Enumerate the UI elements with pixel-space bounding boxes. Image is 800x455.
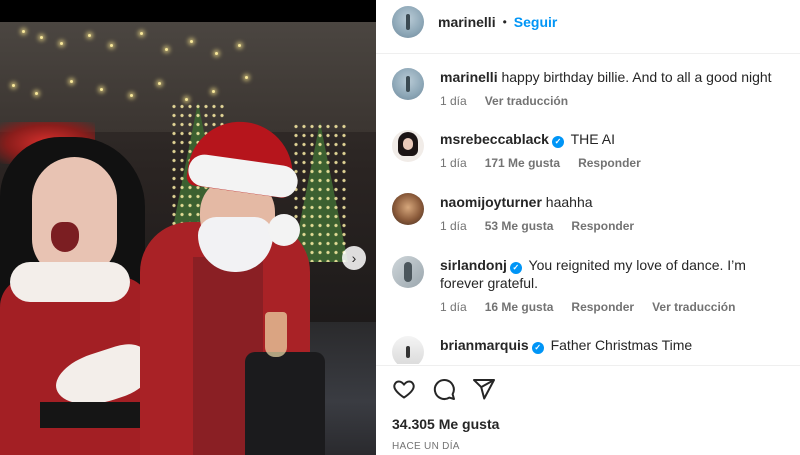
comment-username[interactable]: naomijoyturner [440,194,542,210]
post-actions [392,377,496,401]
avatar[interactable] [392,336,424,364]
reply-button[interactable]: Responder [571,217,634,235]
post-header: marinelli • Seguir [376,0,800,44]
post-side-panel: marinelli • Seguir marinelli happy birth… [376,0,800,455]
comment-username[interactable]: sirlandonj [440,257,507,273]
comments-list[interactable]: marinelli happy birthday billie. And to … [376,54,800,364]
see-translation-link[interactable]: Ver traducción [652,298,735,316]
comment-text: haahha [545,194,593,210]
paper-plane-icon[interactable] [472,377,496,401]
avatar[interactable] [392,193,424,225]
wine-glass [265,312,287,357]
person-left-face [32,157,117,277]
black-bag [245,352,325,455]
follow-button[interactable]: Seguir [514,14,558,30]
reply-button[interactable]: Responder [571,298,634,316]
person-left-mouth [51,222,79,252]
comment-likes[interactable]: 16 Me gusta [485,298,554,316]
comment-text: THE AI [570,131,615,147]
comment-text: happy birthday billie. And to all a good… [501,69,772,85]
like-count[interactable]: 34.305 Me gusta [392,416,499,432]
comment-bubble-icon[interactable] [432,377,456,401]
comment-time: 1 día [440,156,467,170]
avatar[interactable] [392,68,424,100]
verified-badge-icon: ✓ [509,262,522,274]
belt [40,402,150,428]
comment-username[interactable]: brianmarquis [440,337,529,353]
author-username[interactable]: marinelli [438,14,496,30]
santa-hat-pompom [268,214,300,246]
comment-text: Father Christmas Time [550,337,693,353]
chevron-right-icon: › [351,250,357,266]
heart-icon[interactable] [392,377,416,401]
post-photo[interactable]: › [0,0,376,455]
avatar[interactable] [392,130,424,162]
comment-likes[interactable]: 53 Me gusta [485,217,554,235]
photo-scene [0,22,376,455]
verified-badge-icon: ✓ [531,342,544,354]
reply-button[interactable]: Responder [578,154,641,172]
see-translation-link[interactable]: Ver traducción [485,92,568,110]
divider [376,365,800,366]
comment-username[interactable]: marinelli [440,69,498,85]
list-item: marinelli happy birthday billie. And to … [392,68,792,110]
post-timestamp: HACE UN DÍA [392,441,460,452]
avatar[interactable] [392,256,424,288]
next-photo-button[interactable]: › [342,246,366,270]
separator-dot: • [502,15,507,29]
comment-time: 1 día [440,94,467,108]
comment-likes[interactable]: 171 Me gusta [485,154,560,172]
avatar[interactable] [392,6,424,38]
list-item: msrebeccablack ✓ THE AI 1 día 171 Me gust… [392,130,792,172]
list-item: brianmarquis ✓ Father Christmas Time [392,336,792,364]
list-item: naomijoyturner haahha 1 día 53 Me gusta … [392,193,792,235]
list-item: sirlandonj ✓ You reignited my love of dan… [392,256,792,316]
comment-time: 1 día [440,300,467,314]
fur-collar [10,262,130,302]
verified-badge-icon: ✓ [551,136,564,148]
comment-time: 1 día [440,219,467,233]
comment-username[interactable]: msrebeccablack [440,131,549,147]
